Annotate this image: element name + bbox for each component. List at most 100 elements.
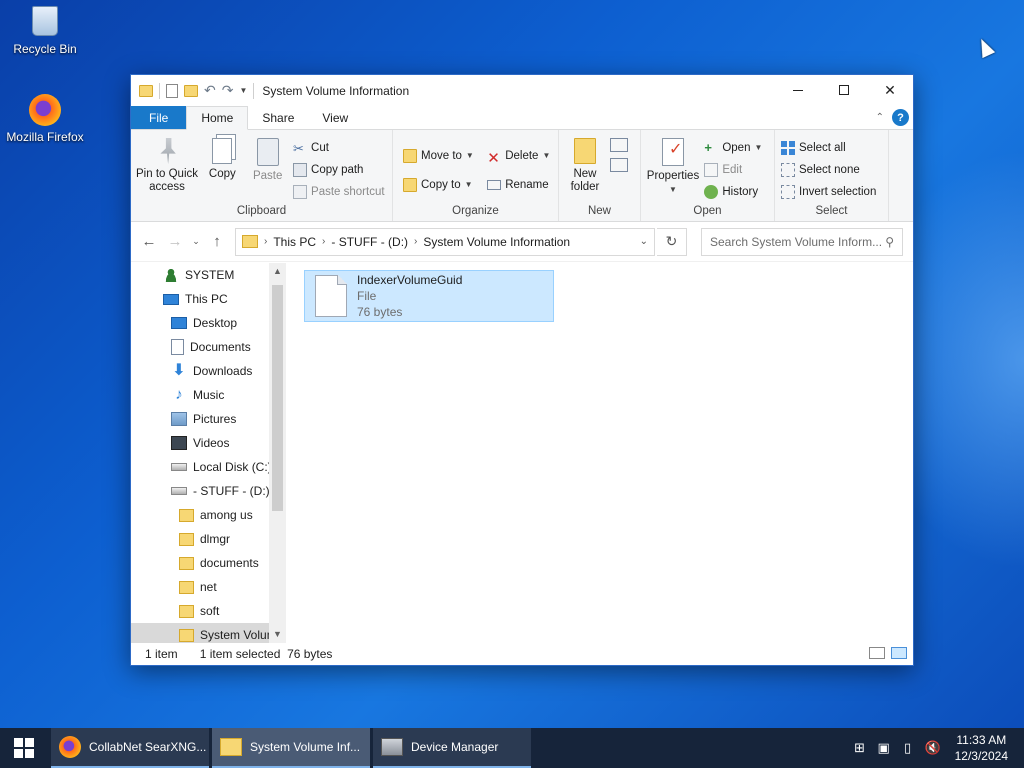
usb-icon[interactable]: ▯ — [901, 741, 915, 755]
delete-label: Delete — [505, 149, 539, 162]
copy-path-button[interactable]: Copy path — [293, 160, 385, 179]
title-bar[interactable]: ↶ ↷ ▼ System Volume Information ✕ — [131, 75, 913, 106]
tab-share[interactable]: Share — [248, 106, 308, 129]
desktop-icon-firefox[interactable]: Mozilla Firefox — [0, 94, 90, 144]
breadcrumb-current[interactable]: System Volume Information — [423, 235, 570, 249]
nav-item[interactable]: documents — [131, 551, 286, 575]
tiles-view-icon[interactable] — [891, 647, 907, 659]
nav-item[interactable]: ⬇ Downloads — [131, 359, 286, 383]
easy-access-icon[interactable] — [610, 158, 629, 172]
invert-selection-icon — [781, 184, 795, 199]
taskbar-label: CollabNet SearXNG... — [89, 740, 207, 754]
new-item-icon[interactable] — [610, 138, 629, 152]
taskbar-button-firefox[interactable]: CollabNet SearXNG... — [51, 728, 209, 768]
nav-item[interactable]: Pictures — [131, 407, 286, 431]
minimize-icon — [793, 89, 803, 91]
nav-item[interactable]: SYSTEM — [131, 263, 286, 287]
undo-icon[interactable]: ↶ — [204, 82, 216, 99]
scroll-down-icon[interactable]: ▼ — [269, 626, 286, 643]
nav-item[interactable]: among us — [131, 503, 286, 527]
new-folder-button[interactable]: New folder — [563, 134, 607, 194]
paste-button[interactable]: Paste — [246, 134, 290, 183]
tab-view[interactable]: View — [308, 106, 362, 129]
close-button[interactable]: ✕ — [867, 75, 913, 105]
nav-item[interactable]: Videos — [131, 431, 286, 455]
copy-button[interactable]: Copy — [202, 134, 242, 181]
nav-item[interactable]: Local Disk (C:) — [131, 455, 286, 479]
pin-icon — [160, 138, 176, 164]
file-item[interactable]: IndexerVolumeGuid File 76 bytes — [304, 270, 554, 322]
nav-item[interactable]: System Volun — [131, 623, 286, 643]
minimize-button[interactable] — [775, 75, 821, 105]
dropdown-arrow-icon: ▼ — [754, 143, 763, 152]
up-button[interactable]: ↑ — [205, 233, 229, 250]
properties-button[interactable]: Properties ▼ — [645, 134, 701, 196]
scroll-up-icon[interactable]: ▲ — [269, 263, 286, 280]
pictures-icon — [171, 412, 187, 426]
search-icon: ⚲ — [885, 234, 894, 249]
edit-button[interactable]: Edit — [704, 160, 762, 179]
back-button[interactable]: ← — [137, 233, 161, 250]
address-dropdown-icon[interactable]: ⌄ — [640, 236, 648, 247]
help-icon[interactable]: ? — [892, 109, 909, 126]
paste-shortcut-button[interactable]: Paste shortcut — [293, 182, 385, 201]
customize-qa-dropdown-icon[interactable]: ▼ — [239, 86, 247, 95]
dropdown-arrow-icon: ▼ — [465, 151, 474, 160]
network-icon[interactable]: ⊞ — [853, 741, 867, 755]
search-input[interactable]: Search System Volume Inform... ⚲ — [701, 227, 903, 256]
nav-scrollbar[interactable]: ▲ ▼ — [269, 263, 286, 643]
move-to-button[interactable]: Move to ▼ — [403, 146, 474, 165]
recent-locations-icon[interactable]: ⌄ — [189, 236, 203, 247]
nav-item[interactable]: net — [131, 575, 286, 599]
desktop-icon-label: Recycle Bin — [13, 42, 77, 56]
breadcrumb-drive[interactable]: - STUFF - (D:) — [331, 235, 408, 249]
copy-icon — [212, 138, 233, 164]
tab-home[interactable]: Home — [186, 106, 249, 130]
nav-item[interactable]: - STUFF - (D:) — [131, 479, 286, 503]
nav-item[interactable]: Documents — [131, 335, 286, 359]
redo-icon[interactable]: ↷ — [222, 82, 234, 99]
forward-button[interactable]: → — [163, 233, 187, 250]
properties-qa-icon[interactable] — [166, 83, 178, 98]
address-bar[interactable]: › This PC › - STUFF - (D:) › System Volu… — [235, 227, 655, 256]
videos-icon — [171, 436, 187, 450]
start-button[interactable] — [0, 728, 48, 768]
breadcrumb-this-pc[interactable]: This PC — [273, 235, 316, 249]
new-folder-icon — [574, 138, 596, 164]
taskbar-button-explorer[interactable]: System Volume Inf... — [212, 728, 370, 768]
nav-item-label: soft — [200, 604, 220, 618]
display-icon[interactable]: ▣ — [877, 741, 891, 755]
nav-item[interactable]: dlmgr — [131, 527, 286, 551]
taskbar-button-device-manager[interactable]: Device Manager — [373, 728, 531, 768]
pin-to-quick-access-button[interactable]: Pin to Quick access — [135, 134, 199, 194]
collapse-ribbon-icon[interactable]: ⌃ — [876, 112, 884, 123]
nav-item-label: Documents — [190, 340, 251, 354]
group-label-open: Open — [693, 205, 722, 217]
delete-button[interactable]: ✕ Delete ▼ — [487, 146, 550, 167]
edit-label: Edit — [722, 163, 743, 176]
select-none-button[interactable]: Select none — [781, 160, 876, 179]
copy-to-button[interactable]: Copy to ▼ — [403, 175, 474, 194]
tab-file[interactable]: File — [131, 106, 187, 129]
history-button[interactable]: History — [704, 182, 762, 201]
refresh-button[interactable]: ↻ — [657, 227, 687, 256]
maximize-button[interactable] — [821, 75, 867, 105]
file-icon — [315, 275, 347, 317]
cut-button[interactable]: ✂ Cut — [293, 138, 385, 157]
nav-item[interactable]: This PC — [131, 287, 286, 311]
nav-item[interactable]: soft — [131, 599, 286, 623]
clock[interactable]: 11:33 AM 12/3/2024 — [955, 732, 1008, 764]
nav-item[interactable]: ♪ Music — [131, 383, 286, 407]
rename-button[interactable]: Rename — [487, 175, 550, 194]
scrollbar-thumb[interactable] — [272, 285, 283, 511]
open-button[interactable]: + Open ▼ — [704, 138, 762, 157]
group-label-organize: Organize — [452, 205, 499, 217]
copy-label: Copy — [208, 168, 236, 180]
nav-item[interactable]: Desktop — [131, 311, 286, 335]
select-all-button[interactable]: Select all — [781, 138, 876, 157]
details-view-icon[interactable] — [869, 647, 885, 659]
invert-selection-button[interactable]: Invert selection — [781, 182, 876, 201]
desktop-icon-recycle-bin[interactable]: Recycle Bin — [0, 6, 90, 56]
new-folder-qa-icon[interactable] — [184, 84, 198, 97]
volume-muted-icon[interactable]: 🔇 — [925, 741, 941, 755]
